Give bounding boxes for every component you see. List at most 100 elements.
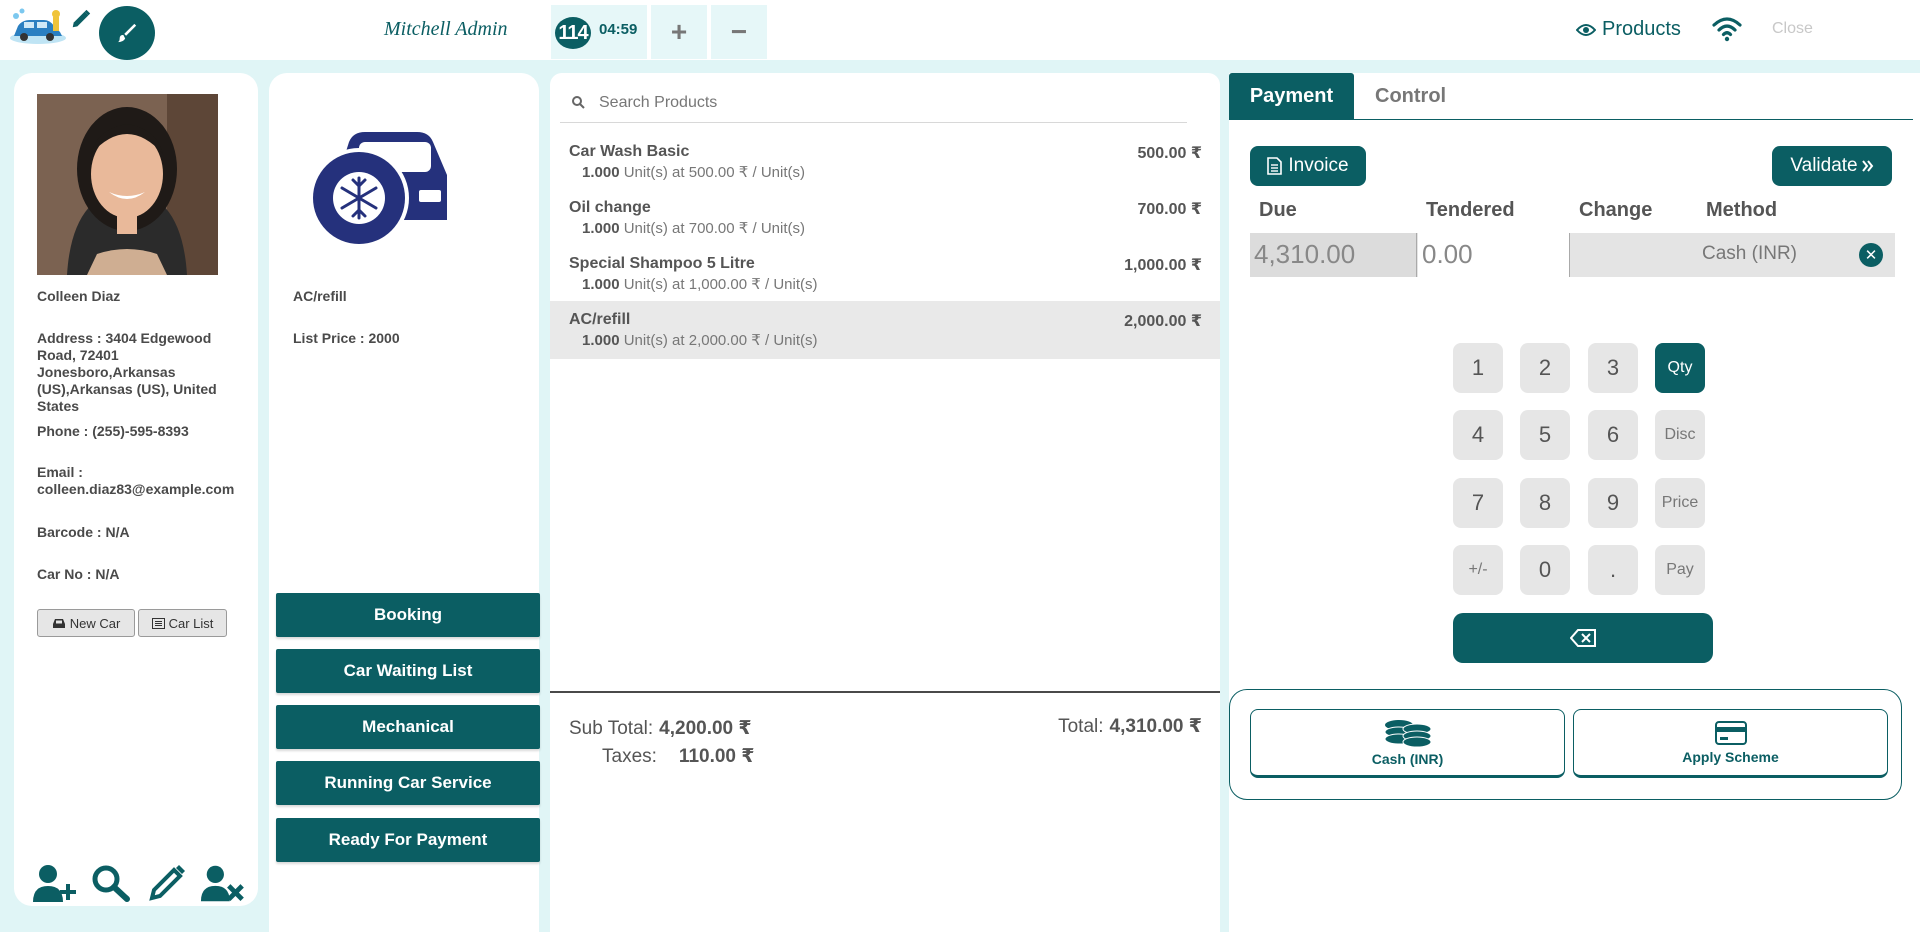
tab-payment[interactable]: Payment	[1229, 73, 1354, 119]
wifi-icon	[1712, 17, 1742, 42]
orderline-detail: 1.000 Unit(s) at 1,000.00 ₹ / Unit(s)	[582, 275, 1202, 293]
brush-icon	[117, 23, 137, 43]
key-price[interactable]: Price	[1655, 478, 1705, 528]
product-list-price: List Price : 2000	[293, 330, 400, 346]
orderline-price: 500.00 ₹	[1137, 145, 1202, 162]
orderline-unit-text: Unit(s) at 2,000.00 ₹ / Unit(s)	[623, 332, 818, 349]
payment-panel: Payment Control Invoice Validate Due Ten…	[1229, 73, 1920, 932]
orderline-detail: 1.000 Unit(s) at 700.00 ₹ / Unit(s)	[582, 219, 1202, 237]
credit-card-icon	[1714, 720, 1747, 745]
key-dot[interactable]: .	[1588, 545, 1638, 595]
document-icon	[1267, 157, 1283, 175]
total: Total: 4,310.00 ₹	[1058, 715, 1202, 738]
taxes-value: 110.00 ₹	[678, 746, 755, 767]
pencil-icon[interactable]	[70, 8, 92, 30]
add-order-button[interactable]: +	[651, 5, 707, 59]
due-header: Due	[1259, 199, 1297, 221]
key-9[interactable]: 9	[1588, 478, 1638, 528]
key-0[interactable]: 0	[1520, 545, 1570, 595]
products-toggle[interactable]: Products	[1576, 18, 1681, 41]
orderline-name: Special Shampoo 5 Litre	[569, 255, 755, 272]
tab-underline	[1229, 119, 1913, 120]
order-tab[interactable]: 114 04:59	[551, 5, 647, 59]
remove-order-button[interactable]: −	[711, 5, 767, 59]
order-panel: Car Wash Basic 500.00 ₹ 1.000 Unit(s) at…	[550, 73, 1220, 932]
top-bar: Mitchell Admin 114 04:59 + − Products Cl…	[0, 0, 1920, 60]
car-list-label: Car List	[168, 615, 214, 631]
car-snowflake-icon	[309, 132, 447, 248]
cashier-name[interactable]: Mitchell Admin	[384, 18, 508, 41]
ready-for-payment-button[interactable]: Ready For Payment	[276, 818, 540, 862]
running-car-service-button[interactable]: Running Car Service	[276, 761, 540, 805]
customer-barcode: Barcode : N/A	[37, 524, 130, 540]
key-pay[interactable]: Pay	[1655, 545, 1705, 595]
cash-inr-method-button[interactable]: Cash (INR)	[1250, 709, 1565, 778]
pencil-icon	[149, 865, 185, 901]
edit-customer-button[interactable]	[144, 863, 190, 903]
car-list-button[interactable]: Car List	[138, 609, 227, 637]
subtotal: Sub Total: 4,200.00 ₹	[569, 717, 752, 740]
key-2[interactable]: 2	[1520, 343, 1570, 393]
eye-icon	[1576, 23, 1596, 36]
customer-name: Colleen Diaz	[37, 288, 121, 304]
remove-customer-button[interactable]	[200, 863, 246, 903]
taxes: Taxes: 110.00 ₹	[602, 745, 755, 768]
orderline-unit-text: Unit(s) at 700.00 ₹ / Unit(s)	[623, 220, 805, 237]
key-3[interactable]: 3	[1588, 343, 1638, 393]
backspace-button[interactable]	[1453, 613, 1713, 663]
orderline-name: AC/refill	[569, 311, 631, 328]
key-5[interactable]: 5	[1520, 410, 1570, 460]
key-disc[interactable]: Disc	[1655, 410, 1705, 460]
order-number-badge: 114	[555, 17, 591, 49]
orderline-name: Car Wash Basic	[569, 143, 690, 160]
add-customer-button[interactable]	[32, 863, 78, 903]
orderline-selected[interactable]: AC/refill 2,000.00 ₹ 1.000 Unit(s) at 2,…	[550, 301, 1220, 359]
user-remove-icon	[200, 865, 244, 902]
search-customer-button[interactable]	[88, 863, 134, 903]
mechanical-button[interactable]: Mechanical	[276, 705, 540, 749]
subtotal-label: Sub Total:	[569, 718, 654, 739]
customer-phone: Phone : (255)-595-8393	[37, 423, 189, 439]
car-waiting-list-button[interactable]: Car Waiting List	[276, 649, 540, 693]
orderline[interactable]: Special Shampoo 5 Litre 1,000.00 ₹ 1.000…	[550, 245, 1220, 301]
brush-button[interactable]	[99, 6, 155, 60]
apply-scheme-button[interactable]: Apply Scheme	[1573, 709, 1888, 778]
car-wash-logo-icon	[10, 8, 66, 44]
search-products-input[interactable]	[599, 93, 1159, 112]
orderline-detail: 1.000 Unit(s) at 500.00 ₹ / Unit(s)	[582, 163, 1202, 181]
close-button[interactable]: Close	[1772, 20, 1813, 38]
new-car-button[interactable]: New Car	[37, 609, 135, 637]
search-icon	[572, 96, 585, 109]
invoice-button[interactable]: Invoice	[1250, 146, 1366, 186]
tendered-value[interactable]: 0.00	[1418, 233, 1570, 277]
orderline[interactable]: Oil change 700.00 ₹ 1.000 Unit(s) at 700…	[550, 189, 1220, 245]
products-label: Products	[1602, 18, 1681, 40]
customer-panel: Colleen Diaz Address : 3404 Edgewood Roa…	[14, 73, 258, 906]
customer-address: Address : 3404 Edgewood Road, 72401 Jone…	[37, 330, 217, 414]
tab-control[interactable]: Control	[1375, 85, 1446, 108]
booking-button[interactable]: Booking	[276, 593, 540, 637]
key-qty[interactable]: Qty	[1655, 343, 1705, 393]
total-label: Total:	[1058, 716, 1104, 737]
payment-methods: Cash (INR) Apply Scheme	[1229, 689, 1902, 800]
key-plus-minus[interactable]: +/-	[1453, 545, 1503, 595]
order-time: 04:59	[599, 21, 638, 38]
key-1[interactable]: 1	[1453, 343, 1503, 393]
orderline-qty: 1.000	[582, 220, 620, 237]
validate-button[interactable]: Validate	[1772, 146, 1892, 186]
key-4[interactable]: 4	[1453, 410, 1503, 460]
search-bar	[560, 83, 1187, 123]
orderline-name: Oil change	[569, 199, 651, 216]
list-icon	[151, 617, 165, 629]
key-7[interactable]: 7	[1453, 478, 1503, 528]
customer-actions	[32, 863, 246, 903]
orderline[interactable]: Car Wash Basic 500.00 ₹ 1.000 Unit(s) at…	[550, 133, 1220, 189]
method-header: Method	[1706, 199, 1778, 221]
subtotal-value: 4,200.00 ₹	[659, 718, 752, 739]
key-6[interactable]: 6	[1588, 410, 1638, 460]
key-8[interactable]: 8	[1520, 478, 1570, 528]
payment-line[interactable]: 4,310.00 0.00 Cash (INR) ✕	[1250, 233, 1895, 277]
customer-car-no: Car No : N/A	[37, 566, 120, 582]
customer-email: Email : colleen.diaz83@example.com	[37, 464, 235, 497]
remove-payment-icon[interactable]: ✕	[1859, 243, 1883, 267]
